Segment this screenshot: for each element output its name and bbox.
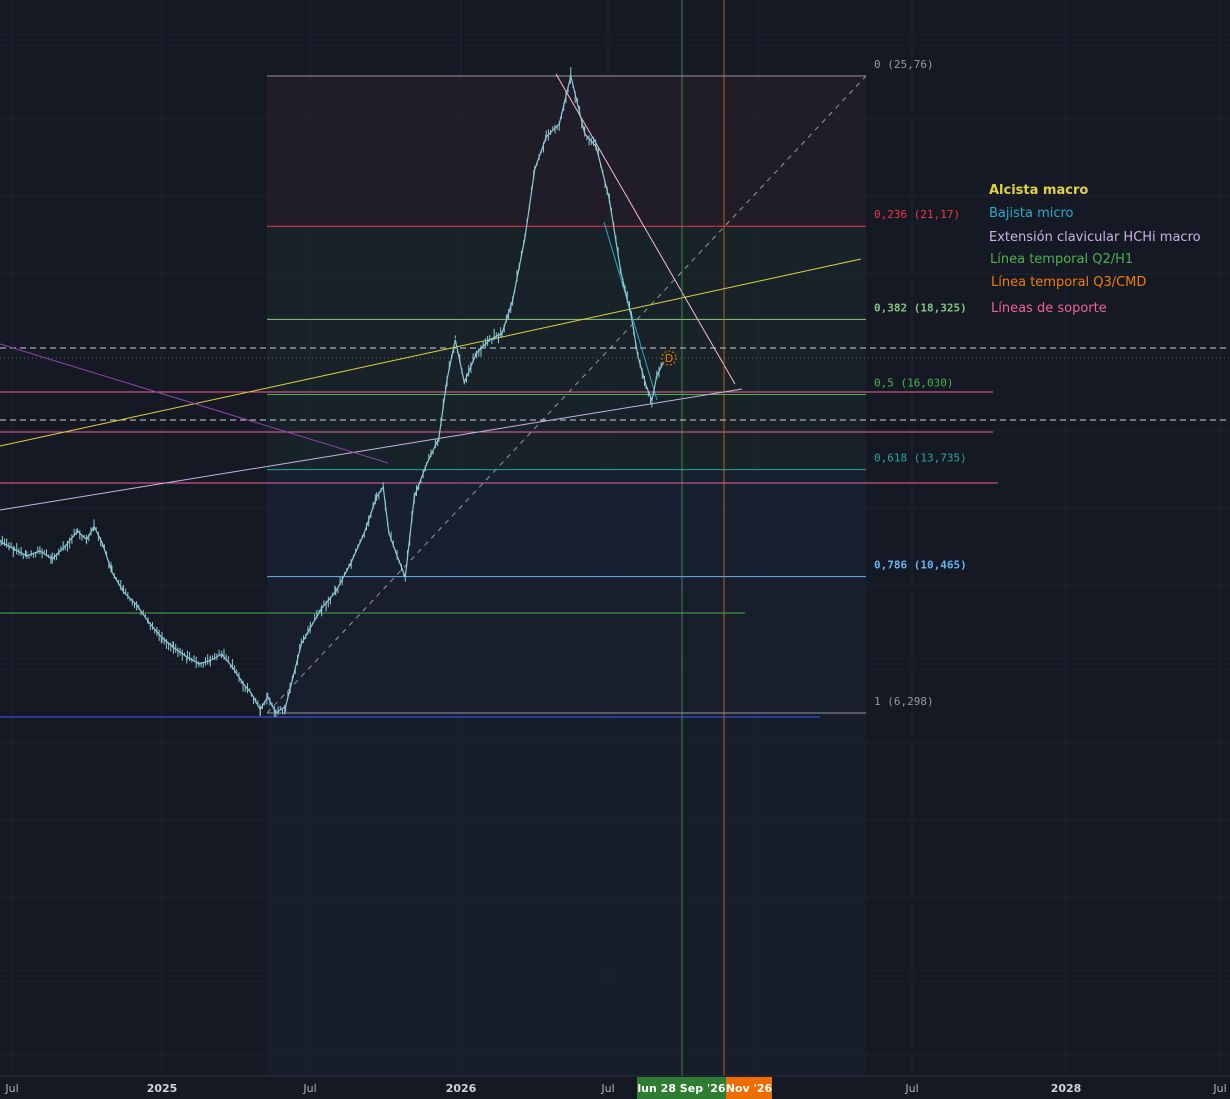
fib-level-label: 1 (6,298) bbox=[874, 695, 934, 708]
legend-item: Bajista micro bbox=[989, 206, 1074, 221]
fib-extension-band bbox=[267, 713, 866, 1076]
fib-zone-band bbox=[267, 469, 866, 577]
x-tick-label: 2028 bbox=[1051, 1082, 1082, 1095]
fib-zone-band bbox=[267, 319, 866, 395]
legend-item: Extensión clavicular HCHi macro bbox=[989, 230, 1201, 245]
x-tick-label: Jul bbox=[1212, 1082, 1226, 1095]
fib-zone-band bbox=[267, 576, 866, 713]
legend-item: Línea temporal Q2/H1 bbox=[990, 252, 1133, 267]
x-tick-label: 2026 bbox=[446, 1082, 477, 1095]
fib-level-label: 0,5 (16,030) bbox=[874, 376, 953, 389]
axis-background bbox=[0, 1076, 1230, 1099]
fib-retracement-zone bbox=[267, 75, 866, 1076]
chart-area[interactable]: D 0 (25,76) 0,236 (21,17) 0,382 (18,325) 0,… bbox=[0, 0, 1230, 1099]
x-tick-label: 2025 bbox=[147, 1082, 178, 1095]
annotation-label: D bbox=[665, 352, 673, 365]
x-axis: Jul 2025 Jul 2026 Jul Jul 2028 Jul lun 28 Sep '2… bbox=[0, 1075, 1230, 1099]
x-marker-label: lun 28 Sep '26 bbox=[637, 1082, 726, 1095]
fib-zone-band bbox=[267, 226, 866, 320]
fib-level-label: 0,618 (13,735) bbox=[874, 452, 967, 465]
x-tick-label: Jul bbox=[302, 1082, 316, 1095]
x-tick-label: Jul bbox=[904, 1082, 918, 1095]
x-axis-marker: lun 28 Sep '26 bbox=[637, 1077, 726, 1099]
legend-item: Alcista macro bbox=[989, 183, 1088, 198]
fib-level-label: 0,236 (21,17) bbox=[874, 208, 960, 221]
x-marker-label: Nov '26 bbox=[726, 1082, 773, 1095]
legend-item: Línea temporal Q3/CMD bbox=[991, 275, 1146, 290]
fib-level-label: 0,382 (18,325) bbox=[874, 301, 967, 314]
legend-item: Líneas de soporte bbox=[991, 301, 1107, 316]
x-axis-marker: Nov '26 bbox=[726, 1077, 773, 1099]
fib-level-label: 0,786 (10,465) bbox=[874, 559, 967, 572]
x-tick-label: Jul bbox=[600, 1082, 614, 1095]
fib-zone-band bbox=[267, 76, 866, 227]
x-tick-label: Jul bbox=[4, 1082, 18, 1095]
fib-level-label: 0 (25,76) bbox=[874, 58, 934, 71]
